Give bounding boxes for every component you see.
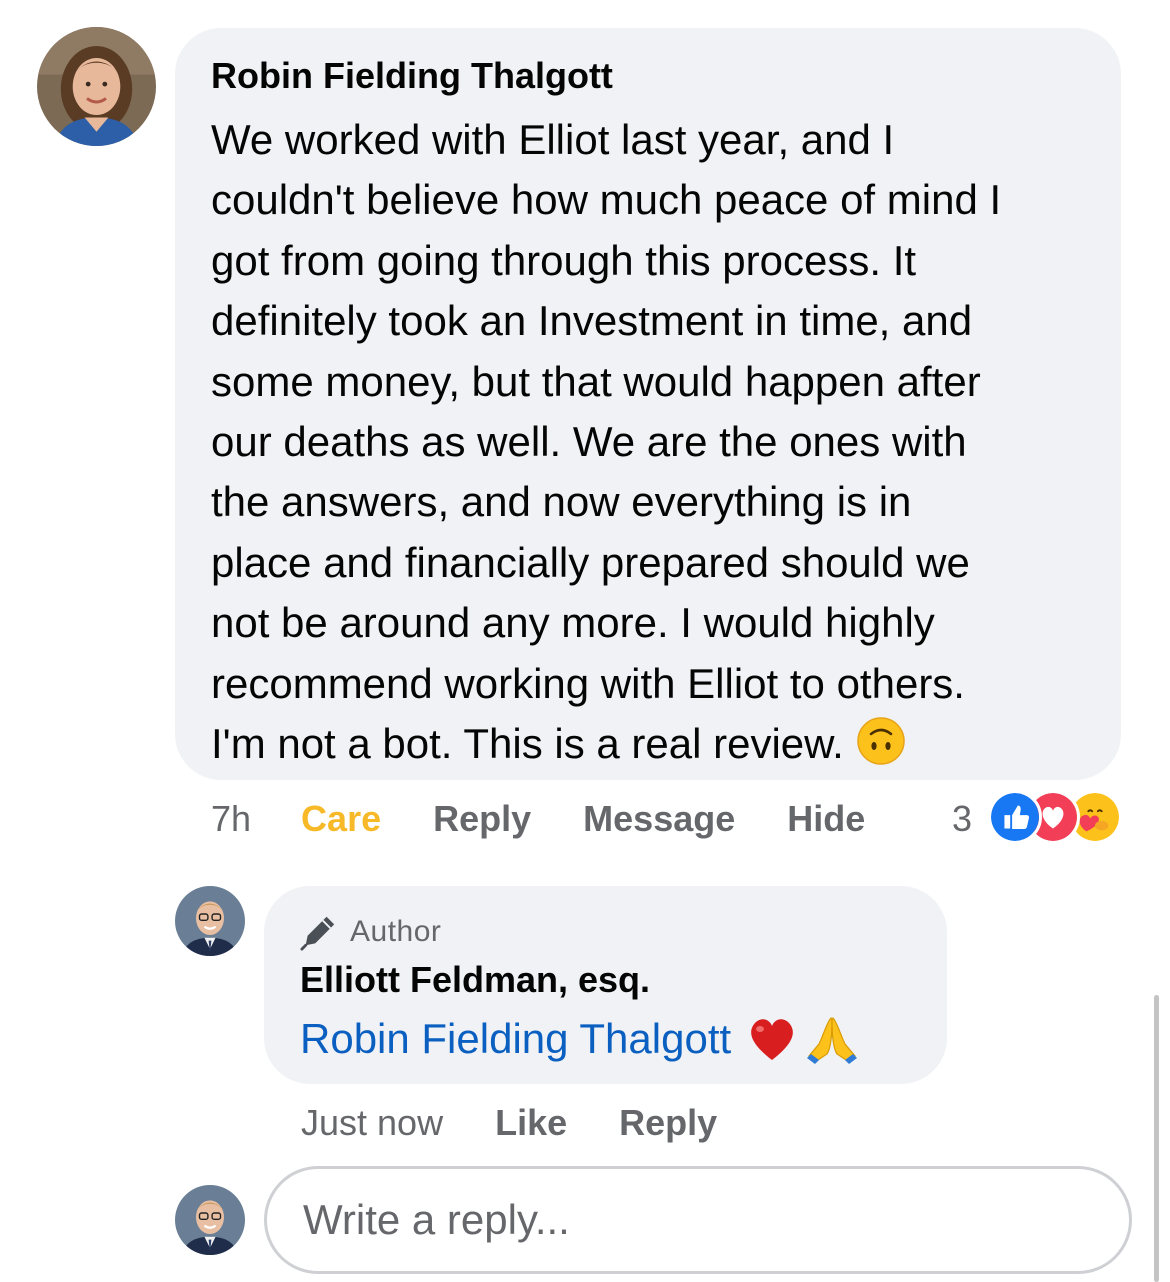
reply-actions: Just now Like Reply: [301, 1097, 717, 1149]
pen-icon: [300, 913, 338, 951]
mention-link[interactable]: Robin Fielding Thalgott: [300, 1012, 731, 1066]
comment-line: our deaths as well. We are the ones with: [211, 418, 967, 466]
reaction-count[interactable]: 3: [952, 793, 972, 845]
reaction-summary[interactable]: [988, 790, 1138, 844]
comment-line: some money, but that would happen after: [211, 357, 981, 405]
comment-line: recommend working with Elliot to others.: [211, 659, 965, 707]
hide-button[interactable]: Hide: [787, 798, 865, 840]
reply-body: Robin Fielding Thalgott: [300, 1012, 859, 1066]
comment-thread: Robin Fielding Thalgott We worked with E…: [0, 0, 1170, 1282]
like-icon: [988, 790, 1042, 844]
reply-author-name[interactable]: Elliott Feldman, esq.: [300, 958, 650, 1002]
comment-actions: 7h Care Reply Message Hide: [211, 793, 865, 845]
commenter-avatar[interactable]: [37, 27, 156, 146]
upside-down-face-icon: [856, 716, 906, 766]
folded-hands-icon: [805, 1012, 859, 1066]
care-button[interactable]: Care: [301, 798, 381, 840]
reply-to-reply-button[interactable]: Reply: [619, 1102, 717, 1144]
comment-line: place and financially prepared should we: [211, 538, 970, 586]
message-button[interactable]: Message: [583, 798, 735, 840]
comment-last-line: I'm not a bot. This is a real review.: [211, 714, 1085, 774]
reply-timestamp[interactable]: Just now: [301, 1102, 443, 1144]
comment-line: not be around any more. I would highly: [211, 599, 935, 647]
commenter-name[interactable]: Robin Fielding Thalgott: [211, 54, 1085, 98]
author-badge: Author: [300, 912, 441, 952]
comment-line: got from going through this process. It: [211, 236, 917, 284]
reply-author-avatar[interactable]: [175, 886, 245, 956]
reply-composer[interactable]: [264, 1166, 1132, 1274]
comment-timestamp[interactable]: 7h: [211, 798, 251, 840]
like-button[interactable]: Like: [495, 1102, 567, 1144]
comment-line: I'm not a bot. This is a real review.: [211, 720, 844, 768]
comment-line: We worked with Elliot last year, and I: [211, 116, 895, 163]
red-heart-icon: [745, 1012, 799, 1066]
reply-input[interactable]: [303, 1196, 1083, 1244]
scrollbar[interactable]: [1154, 995, 1159, 1282]
comment-body: We worked with Elliot last year, and I c…: [211, 110, 1085, 774]
reply-bubble: Author Elliott Feldman, esq. Robin Field…: [264, 886, 947, 1084]
author-badge-label: Author: [350, 915, 442, 948]
comment-bubble: Robin Fielding Thalgott We worked with E…: [175, 28, 1121, 780]
comment-line: couldn't believe how much peace of mind …: [211, 176, 1002, 224]
reply-button[interactable]: Reply: [433, 798, 531, 840]
comment-line: definitely took an Investment in time, a…: [211, 297, 973, 345]
composer-avatar: [175, 1185, 245, 1255]
comment-line: the answers, and now everything is in: [211, 478, 912, 526]
